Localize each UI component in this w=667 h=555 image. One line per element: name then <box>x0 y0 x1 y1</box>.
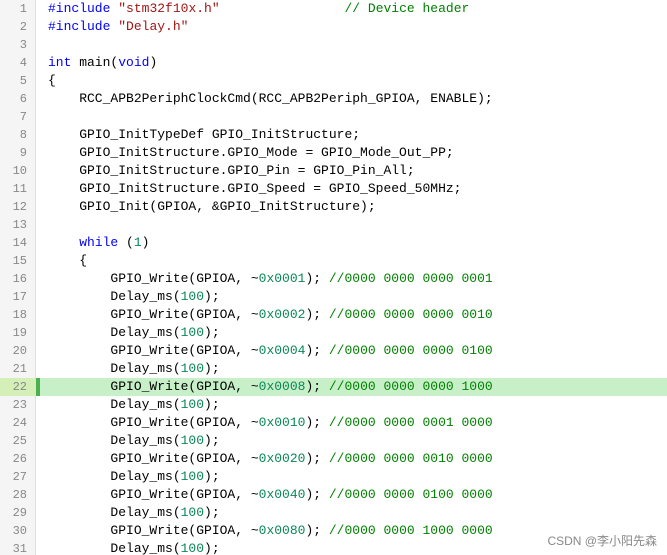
line-num-28: 28 <box>0 486 36 504</box>
line-num-17: 17 <box>0 288 36 306</box>
line-content-26: GPIO_Write(GPIOA, ~0x0020); //0000 0000 … <box>40 450 667 468</box>
code-line-3: 3 <box>0 36 667 54</box>
line-content-2: #include "Delay.h" <box>40 18 667 36</box>
code-line-19: 19 Delay_ms(100); <box>0 324 667 342</box>
watermark: CSDN @李小阳先森 <box>547 532 657 549</box>
line-num-22: 22 <box>0 378 36 396</box>
code-line-8: 8 GPIO_InitTypeDef GPIO_InitStructure; <box>0 126 667 144</box>
code-line-9: 9 GPIO_InitStructure.GPIO_Mode = GPIO_Mo… <box>0 144 667 162</box>
line-num-18: 18 <box>0 306 36 324</box>
line-num-29: 29 <box>0 504 36 522</box>
line-num-31: 31 <box>0 540 36 555</box>
code-line-11: 11 GPIO_InitStructure.GPIO_Speed = GPIO_… <box>0 180 667 198</box>
line-num-5: 5 <box>0 72 36 90</box>
line-num-27: 27 <box>0 468 36 486</box>
line-content-1: #include "stm32f10x.h" // Device header <box>40 0 667 18</box>
line-content-23: Delay_ms(100); <box>40 396 667 414</box>
line-content-13 <box>40 216 667 234</box>
line-content-16: GPIO_Write(GPIOA, ~0x0001); //0000 0000 … <box>40 270 667 288</box>
line-content-21: Delay_ms(100); <box>40 360 667 378</box>
line-num-25: 25 <box>0 432 36 450</box>
code-line-25: 25 Delay_ms(100); <box>0 432 667 450</box>
code-line-29: 29 Delay_ms(100); <box>0 504 667 522</box>
line-num-6: 6 <box>0 90 36 108</box>
line-num-11: 11 <box>0 180 36 198</box>
code-line-2: 2 #include "Delay.h" <box>0 18 667 36</box>
code-line-4: 4 int main(void) <box>0 54 667 72</box>
line-num-30: 30 <box>0 522 36 540</box>
code-line-16: 16 GPIO_Write(GPIOA, ~0x0001); //0000 00… <box>0 270 667 288</box>
line-content-8: GPIO_InitTypeDef GPIO_InitStructure; <box>40 126 667 144</box>
line-num-9: 9 <box>0 144 36 162</box>
code-line-1: 1 #include "stm32f10x.h" // Device heade… <box>0 0 667 18</box>
line-num-2: 2 <box>0 18 36 36</box>
line-num-23: 23 <box>0 396 36 414</box>
code-line-10: 10 GPIO_InitStructure.GPIO_Pin = GPIO_Pi… <box>0 162 667 180</box>
line-num-10: 10 <box>0 162 36 180</box>
line-content-6: RCC_APB2PeriphClockCmd(RCC_APB2Periph_GP… <box>40 90 667 108</box>
line-content-17: Delay_ms(100); <box>40 288 667 306</box>
line-content-15: { <box>40 252 667 270</box>
line-content-19: Delay_ms(100); <box>40 324 667 342</box>
code-line-22: 22 GPIO_Write(GPIOA, ~0x0008); //0000 00… <box>0 378 667 396</box>
line-content-22: GPIO_Write(GPIOA, ~0x0008); //0000 0000 … <box>40 378 667 396</box>
code-line-23: 23 Delay_ms(100); <box>0 396 667 414</box>
line-content-27: Delay_ms(100); <box>40 468 667 486</box>
line-num-13: 13 <box>0 216 36 234</box>
line-content-4: int main(void) <box>40 54 667 72</box>
line-content-29: Delay_ms(100); <box>40 504 667 522</box>
code-line-27: 27 Delay_ms(100); <box>0 468 667 486</box>
code-line-28: 28 GPIO_Write(GPIOA, ~0x0040); //0000 00… <box>0 486 667 504</box>
code-line-14: 14 while (1) <box>0 234 667 252</box>
line-num-12: 12 <box>0 198 36 216</box>
line-content-14: while (1) <box>40 234 667 252</box>
line-num-3: 3 <box>0 36 36 54</box>
line-content-10: GPIO_InitStructure.GPIO_Pin = GPIO_Pin_A… <box>40 162 667 180</box>
code-line-18: 18 GPIO_Write(GPIOA, ~0x0002); //0000 00… <box>0 306 667 324</box>
line-num-15: 15 <box>0 252 36 270</box>
code-line-15: 15 { <box>0 252 667 270</box>
code-line-21: 21 Delay_ms(100); <box>0 360 667 378</box>
line-num-20: 20 <box>0 342 36 360</box>
code-line-20: 20 GPIO_Write(GPIOA, ~0x0004); //0000 00… <box>0 342 667 360</box>
line-num-4: 4 <box>0 54 36 72</box>
line-num-19: 19 <box>0 324 36 342</box>
line-content-25: Delay_ms(100); <box>40 432 667 450</box>
line-num-21: 21 <box>0 360 36 378</box>
code-container: 1 #include "stm32f10x.h" // Device heade… <box>0 0 667 555</box>
code-area: 1 #include "stm32f10x.h" // Device heade… <box>0 0 667 555</box>
code-line-17: 17 Delay_ms(100); <box>0 288 667 306</box>
code-line-5: 5 { <box>0 72 667 90</box>
code-line-24: 24 GPIO_Write(GPIOA, ~0x0010); //0000 00… <box>0 414 667 432</box>
line-num-8: 8 <box>0 126 36 144</box>
code-line-7: 7 <box>0 108 667 126</box>
line-content-12: GPIO_Init(GPIOA, &GPIO_InitStructure); <box>40 198 667 216</box>
line-content-20: GPIO_Write(GPIOA, ~0x0004); //0000 0000 … <box>40 342 667 360</box>
line-content-24: GPIO_Write(GPIOA, ~0x0010); //0000 0000 … <box>40 414 667 432</box>
line-content-18: GPIO_Write(GPIOA, ~0x0002); //0000 0000 … <box>40 306 667 324</box>
line-content-7 <box>40 108 667 126</box>
line-content-9: GPIO_InitStructure.GPIO_Mode = GPIO_Mode… <box>40 144 667 162</box>
code-line-13: 13 <box>0 216 667 234</box>
line-num-26: 26 <box>0 450 36 468</box>
line-num-7: 7 <box>0 108 36 126</box>
line-num-16: 16 <box>0 270 36 288</box>
line-content-28: GPIO_Write(GPIOA, ~0x0040); //0000 0000 … <box>40 486 667 504</box>
code-line-12: 12 GPIO_Init(GPIOA, &GPIO_InitStructure)… <box>0 198 667 216</box>
code-line-26: 26 GPIO_Write(GPIOA, ~0x0020); //0000 00… <box>0 450 667 468</box>
line-num-14: 14 <box>0 234 36 252</box>
line-num-1: 1 <box>0 0 36 18</box>
line-num-24: 24 <box>0 414 36 432</box>
code-line-6: 6 RCC_APB2PeriphClockCmd(RCC_APB2Periph_… <box>0 90 667 108</box>
line-content-5: { <box>40 72 667 90</box>
line-content-3 <box>40 36 667 54</box>
line-content-11: GPIO_InitStructure.GPIO_Speed = GPIO_Spe… <box>40 180 667 198</box>
